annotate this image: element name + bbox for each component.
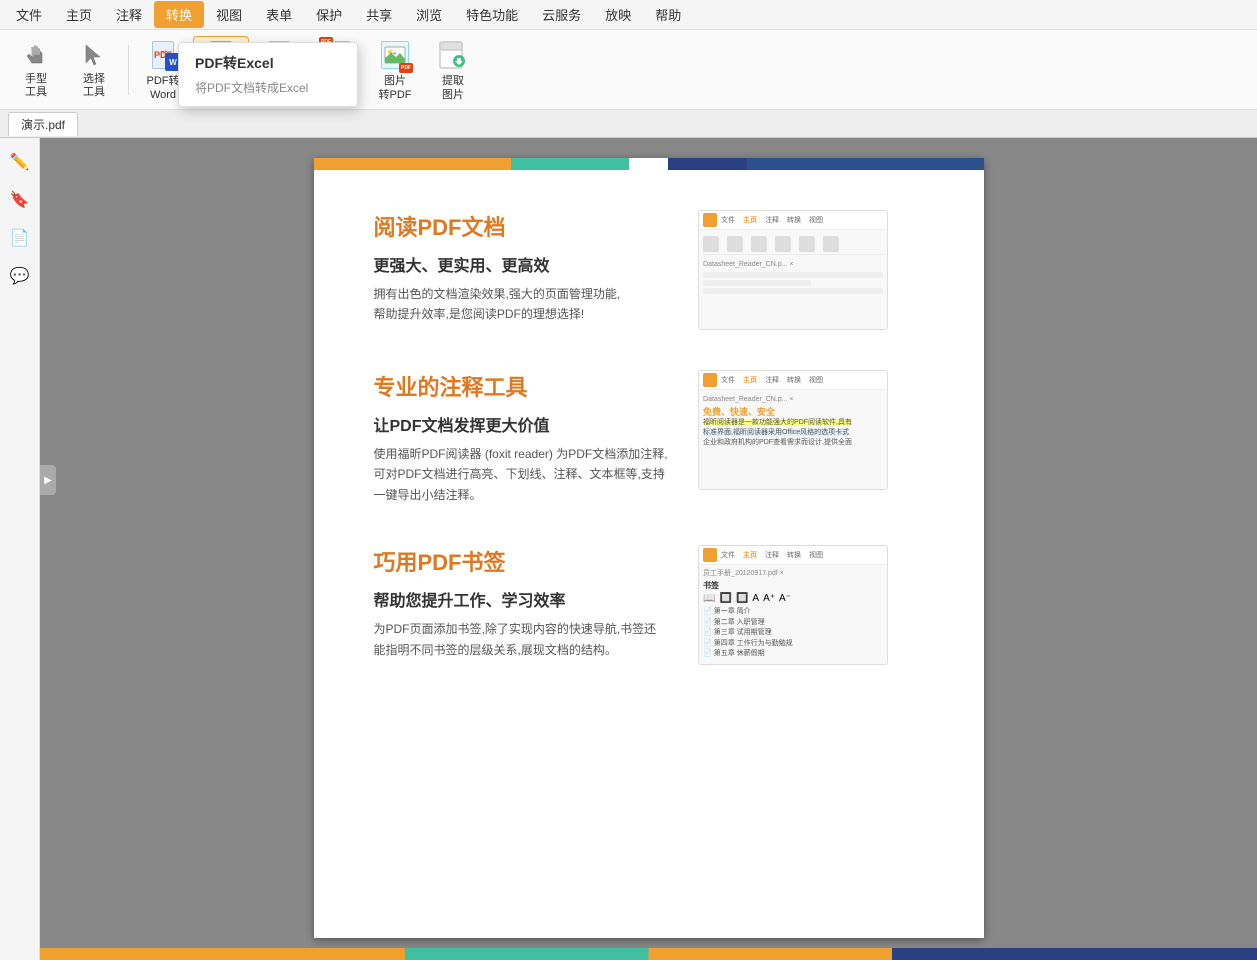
- pdf-section-1: 阅读PDF文档 更强大、更实用、更高效 拥有出色的文档渲染效果,强大的页面管理功…: [374, 210, 944, 330]
- menu-home[interactable]: 主页: [54, 1, 104, 28]
- menu-cloud[interactable]: 云服务: [530, 1, 593, 28]
- main-content-area: 阅读PDF文档 更强大、更实用、更高效 拥有出色的文档渲染效果,强大的页面管理功…: [40, 138, 1257, 960]
- image-to-pdf-icon: PDF →: [377, 37, 413, 73]
- menu-share[interactable]: 共享: [354, 1, 404, 28]
- menu-file[interactable]: 文件: [4, 1, 54, 28]
- sidebar-bookmark-btn[interactable]: 🔖: [4, 184, 36, 216]
- pdf-word-icon: PDF W →: [145, 37, 181, 73]
- bottom-color-strip: [40, 948, 1257, 960]
- section2-body: 使用福昕PDF阅读器 (foxit reader) 为PDF文档添加注释,可对P…: [374, 444, 669, 505]
- app-logo-2: [703, 373, 717, 387]
- sidebar-page-btn[interactable]: 📄: [4, 222, 36, 254]
- menu-protect[interactable]: 保护: [304, 1, 354, 28]
- hand-icon: [18, 40, 54, 72]
- section3-title: 巧用PDF书签: [374, 545, 669, 577]
- section3-body: 为PDF页面添加书签,除了实现内容的快速导航,书签还能指明不同书签的层级关系,展…: [374, 619, 669, 660]
- section1-title: 阅读PDF文档: [374, 210, 669, 242]
- section2-text: 专业的注释工具 让PDF文档发挥更大价值 使用福昕PDF阅读器 (foxit r…: [374, 370, 669, 505]
- select-tool-label: 选择工具: [83, 73, 105, 99]
- pdf-to-word-label: PDF转Word: [147, 75, 180, 101]
- section2-subtitle: 让PDF文档发挥更大价值: [374, 412, 669, 436]
- bar-rest: [747, 158, 983, 170]
- extract-image-label: 提取图片: [442, 75, 464, 101]
- extract-icon: [435, 37, 471, 73]
- extract-image-button[interactable]: 提取图片: [425, 36, 481, 104]
- section3-text: 巧用PDF书签 帮助您提升工作、学习效率 为PDF页面添加书签,除了实现内容的快…: [374, 545, 669, 665]
- app-screenshot-2: 文件 主页 注释 转换 视图 Datasheet_Reader_CN.p... …: [698, 370, 888, 490]
- section3-subtitle: 帮助您提升工作、学习效率: [374, 587, 669, 611]
- bookmark-icon: 🔖: [10, 190, 30, 210]
- sidebar-edit-btn[interactable]: ✏️: [4, 146, 36, 178]
- app-logo-1: [703, 213, 717, 227]
- pdf-viewer[interactable]: 阅读PDF文档 更强大、更实用、更高效 拥有出色的文档渲染效果,强大的页面管理功…: [40, 138, 1257, 960]
- tooltip-title: PDF转Excel: [195, 53, 341, 73]
- pdf-section-3: 巧用PDF书签 帮助您提升工作、学习效率 为PDF页面添加书签,除了实现内容的快…: [374, 545, 944, 665]
- tab-bar: 演示.pdf: [0, 110, 1257, 138]
- sidebar-comment-btn[interactable]: 💬: [4, 260, 36, 292]
- section3-screenshot: 文件 主页 注释 转换 视图 员工手册_20120917.pdf × 书签: [698, 545, 943, 665]
- file-tab[interactable]: 演示.pdf: [8, 112, 78, 136]
- bar-white: [629, 158, 668, 170]
- section2-screenshot: 文件 主页 注释 转换 视图 Datasheet_Reader_CN.p... …: [698, 370, 943, 505]
- bar-darkblue: [668, 158, 747, 170]
- section1-subtitle: 更强大、更实用、更高效: [374, 252, 669, 276]
- app-logo-3: [703, 548, 717, 562]
- image-to-pdf-button[interactable]: PDF → 图片转PDF: [367, 36, 423, 104]
- menu-special[interactable]: 特色功能: [454, 1, 530, 28]
- hand-tool-label: 手型工具: [25, 73, 47, 99]
- tooltip-description: 将PDF文档转成Excel: [195, 79, 341, 96]
- section1-text: 阅读PDF文档 更强大、更实用、更高效 拥有出色的文档渲染效果,强大的页面管理功…: [374, 210, 669, 330]
- image-to-pdf-label: 图片转PDF: [379, 75, 412, 101]
- section1-body: 拥有出色的文档渲染效果,强大的页面管理功能,帮助提升效率,是您阅读PDF的理想选…: [374, 284, 669, 325]
- select-tool-button[interactable]: 选择工具: [66, 36, 122, 104]
- menubar: 文件 主页 注释 转换 视图 表单 保护 共享 浏览 特色功能 云服务 放映 帮…: [0, 0, 1257, 30]
- app-screenshot-1: 文件 主页 注释 转换 视图: [698, 210, 888, 330]
- cursor-icon: [76, 40, 112, 72]
- left-sidebar: ✏️ 🔖 📄 💬: [0, 138, 40, 960]
- section2-title: 专业的注释工具: [374, 370, 669, 402]
- menu-annotation[interactable]: 注释: [104, 1, 154, 28]
- page-top-color-bar: [314, 158, 984, 170]
- bar-orange: [314, 158, 511, 170]
- edit-icon: ✏️: [10, 152, 30, 172]
- menu-slideshow[interactable]: 放映: [593, 1, 643, 28]
- menu-browse[interactable]: 浏览: [404, 1, 454, 28]
- separator-1: [128, 45, 129, 95]
- section1-title-text: 阅读PDF文档: [374, 215, 506, 240]
- page-icon: 📄: [10, 228, 30, 248]
- menu-view[interactable]: 视图: [204, 1, 254, 28]
- pdf-page-content: 阅读PDF文档 更强大、更实用、更高效 拥有出色的文档渲染效果,强大的页面管理功…: [314, 170, 984, 725]
- app-screenshot-3: 文件 主页 注释 转换 视图 员工手册_20120917.pdf × 书签: [698, 545, 888, 665]
- comment-icon: 💬: [10, 266, 30, 286]
- pdf-page: 阅读PDF文档 更强大、更实用、更高效 拥有出色的文档渲染效果,强大的页面管理功…: [314, 158, 984, 938]
- pdf-section-2: 专业的注释工具 让PDF文档发挥更大价值 使用福昕PDF阅读器 (foxit r…: [374, 370, 944, 505]
- collapse-sidebar-button[interactable]: ▶: [40, 465, 56, 495]
- menu-convert[interactable]: 转换: [154, 1, 204, 28]
- menu-form[interactable]: 表单: [254, 1, 304, 28]
- hand-tool-button[interactable]: 手型工具: [8, 36, 64, 104]
- file-tab-label: 演示.pdf: [21, 116, 65, 133]
- section1-screenshot: 文件 主页 注释 转换 视图: [698, 210, 943, 330]
- pdf-excel-tooltip: PDF转Excel 将PDF文档转成Excel: [178, 42, 358, 107]
- bar-teal: [511, 158, 629, 170]
- menu-help[interactable]: 帮助: [643, 1, 693, 28]
